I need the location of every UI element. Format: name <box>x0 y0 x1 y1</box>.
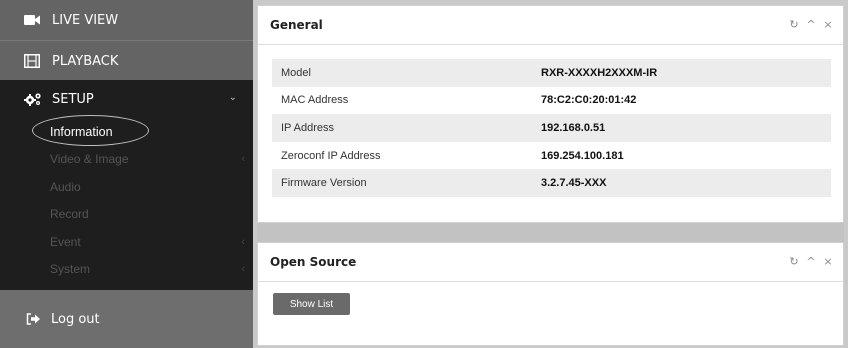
chevron-left-icon: ‹ <box>241 153 245 166</box>
table-row: MAC Address 78:C2:C0:20:01:42 <box>272 86 831 115</box>
video-camera-icon <box>24 14 40 26</box>
nav-logout[interactable]: Log out <box>0 290 253 348</box>
table-row: Model RXR-XXXXH2XXXM-IR <box>272 59 831 87</box>
info-key: Zeroconf IP Address <box>272 141 535 170</box>
gears-icon <box>24 92 42 106</box>
table-row: IP Address 192.168.0.51 <box>272 114 831 142</box>
setup-item-video-image[interactable]: Video & Image ‹ <box>0 146 253 174</box>
chevron-left-icon: ‹ <box>241 263 245 276</box>
panel-header: General ↻ ^ × <box>258 6 843 45</box>
show-list-button[interactable]: Show List <box>273 293 350 315</box>
nav-live-view-label: LIVE VIEW <box>52 12 119 28</box>
nav-playback-label: PLAYBACK <box>52 53 119 69</box>
nav-setup-label: SETUP <box>52 91 94 107</box>
setup-menu: SETUP ⌄ Information Video & Image ‹ Audi… <box>0 80 253 290</box>
info-value: 3.2.7.45-XXX <box>535 169 831 197</box>
open-source-panel: Open Source ↻ ^ × Show List <box>257 242 844 346</box>
chevron-down-icon: ⌄ <box>228 92 237 103</box>
panel-tools: ↻ ^ × <box>789 255 833 268</box>
setup-item-label: Audio <box>50 179 81 194</box>
panel-separator <box>257 223 844 242</box>
nav-live-view[interactable]: LIVE VIEW <box>0 0 253 40</box>
sign-out-icon <box>26 313 41 325</box>
info-key: IP Address <box>272 114 535 142</box>
nav-setup[interactable]: SETUP ⌄ <box>0 80 253 118</box>
panel-header: Open Source ↻ ^ × <box>258 243 843 282</box>
info-value: 169.254.100.181 <box>535 141 831 170</box>
info-table: Model RXR-XXXXH2XXXM-IR MAC Address 78:C… <box>272 59 831 197</box>
setup-item-label: Information <box>50 124 113 139</box>
setup-item-event[interactable]: Event ‹ <box>0 228 253 256</box>
table-row: Zeroconf IP Address 169.254.100.181 <box>272 141 831 170</box>
setup-item-label: System <box>50 262 91 277</box>
info-key: Firmware Version <box>272 169 535 197</box>
collapse-icon[interactable]: ^ <box>806 18 816 31</box>
panel-tools: ↻ ^ × <box>789 18 833 31</box>
setup-item-record[interactable]: Record <box>0 201 253 229</box>
info-value: 78:C2:C0:20:01:42 <box>535 86 831 115</box>
setup-item-label: Event <box>50 234 81 249</box>
close-icon[interactable]: × <box>823 18 833 31</box>
sidebar: LIVE VIEW PLAYBACK SETUP ⌄ Information V… <box>0 0 253 348</box>
panel-title: Open Source <box>270 255 357 269</box>
panel-title: General <box>270 18 323 32</box>
refresh-icon[interactable]: ↻ <box>789 18 799 31</box>
film-icon <box>24 54 40 68</box>
info-value: RXR-XXXXH2XXXM-IR <box>535 59 831 87</box>
general-panel: General ↻ ^ × Model RXR-XXXXH2XXXM-IR MA… <box>257 5 844 223</box>
refresh-icon[interactable]: ↻ <box>789 255 799 268</box>
setup-item-system[interactable]: System ‹ <box>0 256 253 284</box>
close-icon[interactable]: × <box>823 255 833 268</box>
info-key: MAC Address <box>272 86 535 115</box>
table-row: Firmware Version 3.2.7.45-XXX <box>272 169 831 197</box>
nav-playback[interactable]: PLAYBACK <box>0 40 253 81</box>
setup-item-label: Record <box>50 207 89 222</box>
setup-item-audio[interactable]: Audio <box>0 173 253 201</box>
nav-logout-label: Log out <box>51 311 100 327</box>
chevron-left-icon: ‹ <box>241 235 245 248</box>
setup-item-information[interactable]: Information <box>0 118 253 146</box>
info-key: Model <box>272 59 535 87</box>
setup-item-label: Video & Image <box>50 152 129 167</box>
collapse-icon[interactable]: ^ <box>806 255 816 268</box>
info-value: 192.168.0.51 <box>535 114 831 142</box>
